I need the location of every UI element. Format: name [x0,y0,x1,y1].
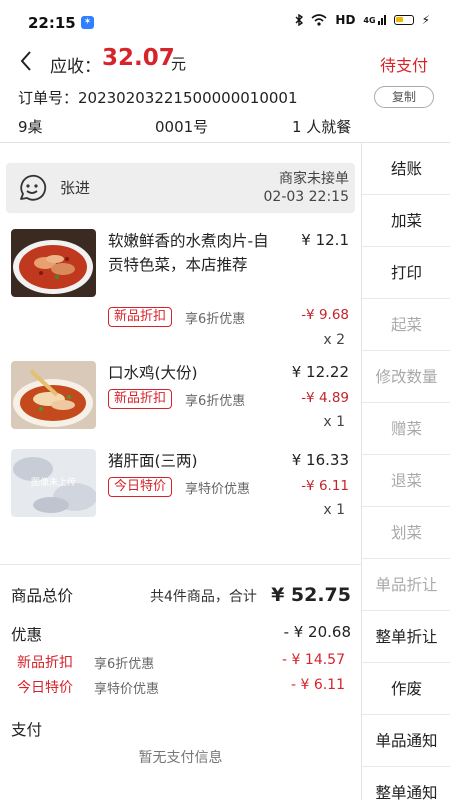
customer-avatar-icon [20,174,47,201]
copy-button[interactable]: 复制 [374,86,434,108]
serve-dish-button[interactable]: 起菜 [362,299,450,351]
customer-card: 张进 商家未接单 02-03 22:15 [6,163,355,213]
merchant-status: 商家未接单 [279,171,349,187]
diner-count: 1 人就餐 [292,118,352,136]
dish-quantity: x 1 [323,414,345,430]
amount-value: 32.07 [102,45,175,71]
goods-count: 共4件商品，合计 [150,589,257,605]
order-number: 订单号：20230203221500000010001 [18,89,298,107]
status-icons: HD 4G ⚡ [295,13,430,27]
dish-price: ¥ 16.33 [291,451,349,469]
section-divider [0,564,361,565]
discount-total: - ¥ 20.68 [283,623,351,641]
back-icon[interactable] [16,48,38,74]
item-notify-button[interactable]: 单品通知 [362,715,450,767]
dish-discount: -¥ 6.11 [301,478,349,494]
dish-image [11,361,96,429]
payment-label: 支付 [11,721,43,739]
add-dish-button[interactable]: 加菜 [362,195,450,247]
edit-quantity-button[interactable]: 修改数量 [362,351,450,403]
promo-tag: 新品折扣 [108,307,173,327]
signal-icon: 4G [363,15,386,25]
item-discount-button[interactable]: 单品折让 [362,559,450,611]
dish-quantity: x 2 [323,332,345,348]
image-placeholder-text: 图像未上传 [30,478,76,488]
order-info-row: 9桌 0001号 1 人就餐 [0,116,450,138]
charging-icon: ⚡ [421,13,430,27]
dish-price: ¥ 12.22 [291,363,349,381]
discount-label: 优惠 [11,626,43,644]
print-button[interactable]: 打印 [362,247,450,299]
goods-total-label: 商品总价 [11,587,74,605]
return-dish-button[interactable]: 退菜 [362,455,450,507]
no-payment-text: 暂无支付信息 [138,750,223,766]
promo-description: 享特价优惠 [185,482,251,497]
discount-amount: - ¥ 6.11 [290,677,345,693]
dish-name: 软嫩鲜香的水煮肉片-自贡特色菜，本店推荐 [108,232,269,274]
dish-price: ¥ 12.1 [301,231,349,249]
dish-discount: -¥ 4.89 [301,390,349,406]
network-label: HD [335,13,356,27]
dish-name: 口水鸡(大份) [108,364,198,382]
order-notify-button[interactable]: 整单通知 [362,767,450,800]
promo-description: 享6折优惠 [185,312,246,327]
bluetooth-icon [295,14,304,26]
discount-name: 新品折扣 [17,655,73,671]
order-status: 待支付 [379,56,428,75]
dish-image-placeholder: 图像未上传 [11,449,96,517]
dish-item[interactable]: 口水鸡(大份) ¥ 12.22 新品折扣 享6折优惠 -¥ 4.89 x 1 [0,359,361,439]
gift-dish-button[interactable]: 赠菜 [362,403,450,455]
order-time: 02-03 22:15 [263,189,349,205]
serial-number: 0001号 [155,118,209,136]
dish-item[interactable]: 图像未上传 猪肝面(三两) ¥ 16.33 今日特价 享特价优惠 -¥ 6.11… [0,447,361,527]
customer-name: 张进 [60,179,91,197]
wifi-icon [311,14,327,26]
void-button[interactable]: 作废 [362,663,450,715]
discount-amount: - ¥ 14.57 [282,652,345,668]
dish-item[interactable]: 软嫩鲜香的水煮肉片-自贡特色菜，本店推荐 ¥ 12.1 新品折扣 享6折优惠 -… [0,227,361,348]
dish-quantity: x 1 [323,502,345,518]
promo-description: 享6折优惠 [185,394,246,409]
checkout-button[interactable]: 结账 [362,143,450,195]
table-number: 9桌 [18,118,43,136]
signal-label: 4G [363,16,376,25]
app-notification-icon: ✶ [81,16,94,29]
order-discount-button[interactable]: 整单折让 [362,611,450,663]
status-bar: 22:15 ✶ HD 4G ⚡ [0,0,450,44]
order-detail-panel: 张进 商家未接单 02-03 22:15 软嫩鲜香的水煮肉片-自贡特色菜，本店推… [0,143,361,800]
discount-name: 今日特价 [17,680,73,696]
cross-out-dish-button[interactable]: 划菜 [362,507,450,559]
dish-image [11,229,96,297]
discount-description: 享特价优惠 [94,682,160,697]
goods-total: ¥ 52.75 [271,584,351,606]
battery-icon [393,15,414,25]
amount-label: 应收： [50,57,101,77]
amount-unit: 元 [171,55,187,73]
promo-tag: 今日特价 [108,477,173,497]
discount-description: 享6折优惠 [94,657,155,672]
dish-discount: -¥ 9.68 [301,307,349,323]
dish-name: 猪肝面(三两) [108,452,198,470]
action-sidebar: 结账 加菜 打印 起菜 修改数量 赠菜 退菜 划菜 单品折让 整单折让 作废 单… [361,143,450,800]
promo-tag: 新品折扣 [108,389,173,409]
status-time: 22:15 [28,14,76,32]
